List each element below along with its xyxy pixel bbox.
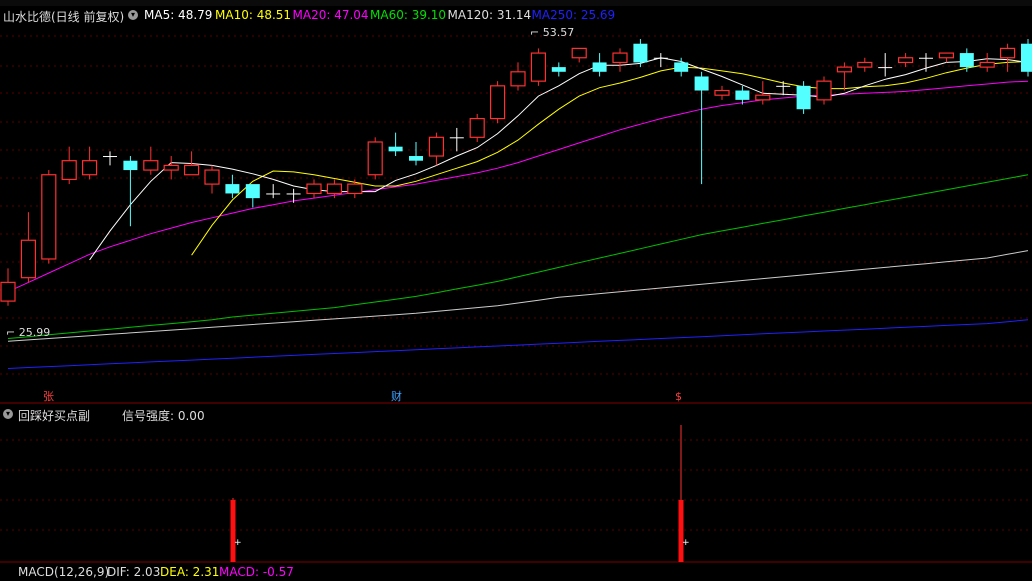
candle <box>163 164 179 171</box>
candle <box>490 85 506 120</box>
candle <box>796 85 811 110</box>
event-tag: 张 <box>43 390 54 403</box>
macd-dea: DEA: 2.31 <box>160 565 220 579</box>
candle <box>776 85 791 87</box>
candle <box>367 141 383 176</box>
signal-marker: + <box>682 538 690 548</box>
high-label: ⌐ 53.57 <box>530 26 574 39</box>
candle <box>388 146 403 152</box>
candle <box>592 62 607 72</box>
candle <box>836 66 853 73</box>
chevron-down-icon[interactable]: ▾ <box>3 409 13 419</box>
signal-marker: + <box>234 538 242 548</box>
candle <box>347 183 363 195</box>
candle <box>245 184 260 199</box>
sub-title: 回踩好买点副 <box>18 409 91 423</box>
candle <box>225 184 240 194</box>
candle <box>919 57 933 59</box>
candle <box>999 47 1016 59</box>
candle <box>755 94 771 101</box>
candle <box>530 52 547 82</box>
candle <box>204 169 220 185</box>
candle <box>326 183 342 195</box>
candle <box>286 193 301 195</box>
candle <box>510 71 526 87</box>
ma10-line <box>191 61 1029 256</box>
signal-bar <box>230 500 236 562</box>
candle <box>81 160 98 176</box>
candle <box>123 160 138 171</box>
candle <box>103 156 117 158</box>
candle <box>551 67 566 72</box>
ma60-line <box>7 174 1029 339</box>
candle <box>41 174 57 260</box>
candle <box>469 117 485 138</box>
candle <box>61 160 77 181</box>
candle <box>1021 43 1032 72</box>
candle <box>714 89 730 96</box>
candle <box>428 136 444 157</box>
candle <box>959 53 974 68</box>
candle <box>938 52 955 59</box>
event-tag: 财 <box>391 389 402 403</box>
signal-strength: 信号强度: 0.00 <box>122 409 205 423</box>
candle <box>571 47 587 59</box>
ma250-line <box>7 319 1029 369</box>
candle <box>449 137 464 139</box>
candle <box>184 164 200 176</box>
candle <box>653 57 668 59</box>
candle <box>612 52 628 64</box>
candlestick-chart: ⌐ 53.57 ⌐ 25.99 张 财 $ + + <box>0 26 1032 563</box>
candle <box>266 193 281 195</box>
candle <box>816 80 832 101</box>
macd-value: MACD: -0.57 <box>219 565 294 579</box>
candle <box>674 62 689 72</box>
candle <box>143 160 159 171</box>
macd-dif: DIF: 2.03 <box>107 565 161 579</box>
candle <box>878 67 893 69</box>
candle <box>306 183 322 195</box>
candle <box>897 57 914 64</box>
candle <box>633 43 648 63</box>
event-tag: $ <box>675 390 682 403</box>
ma120-line <box>7 250 1029 342</box>
candle <box>857 61 873 68</box>
low-label: ⌐ 25.99 <box>6 326 50 339</box>
candle <box>20 239 36 279</box>
candle <box>979 61 995 68</box>
candle <box>735 90 750 100</box>
candle <box>0 281 16 302</box>
ma20-line <box>7 80 1029 293</box>
signal-bar <box>678 500 684 562</box>
macd-title: MACD(12,26,9) <box>18 565 110 579</box>
candle <box>694 76 709 91</box>
candle <box>409 156 423 161</box>
ma5-line <box>89 57 1029 261</box>
